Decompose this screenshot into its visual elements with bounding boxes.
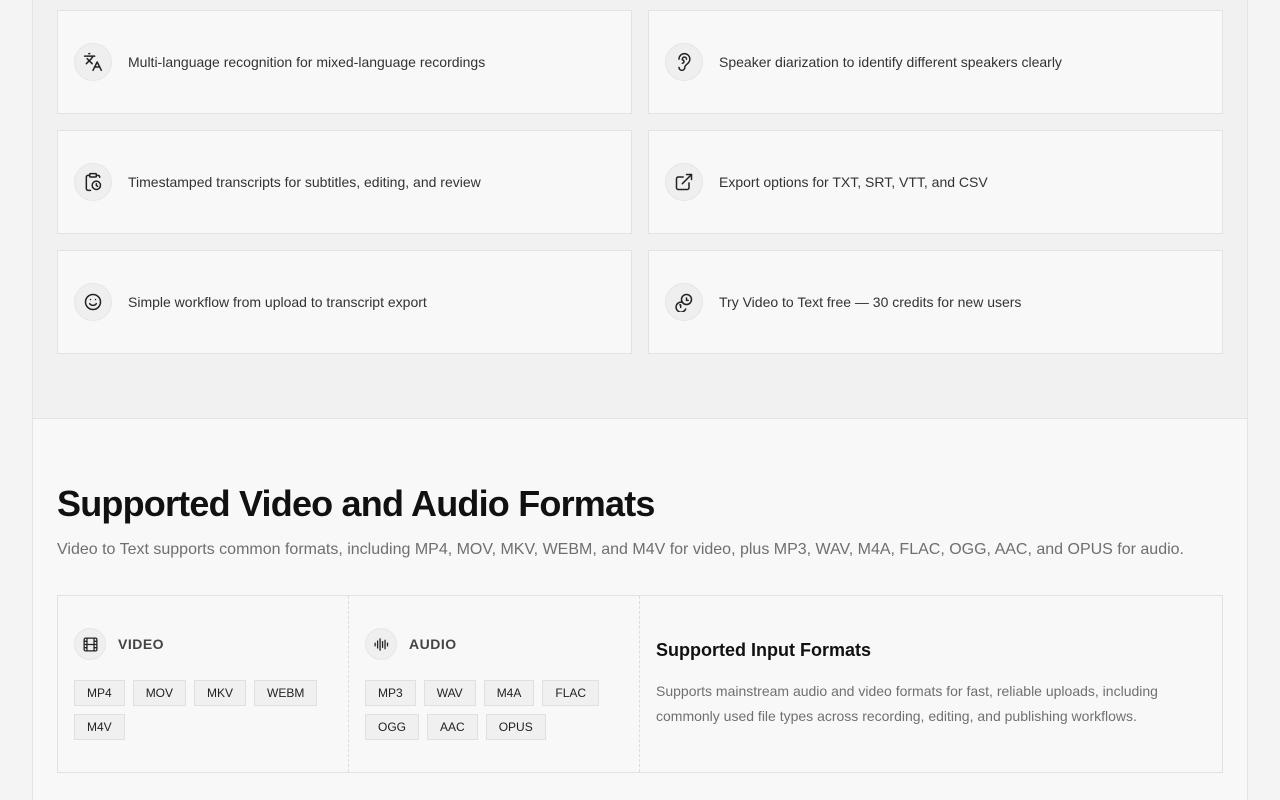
film-icon <box>74 628 106 660</box>
video-label: VIDEO <box>118 636 165 652</box>
format-tag: AAC <box>427 714 478 740</box>
smile-icon <box>74 283 112 321</box>
audio-header: AUDIO <box>365 628 623 660</box>
audio-tag-list: MP3 WAV M4A FLAC OGG AAC OPUS <box>365 680 630 748</box>
format-tag: M4V <box>74 714 125 740</box>
format-tag: MP3 <box>365 680 416 706</box>
format-tag: M4A <box>483 680 535 706</box>
info-description: Supports mainstream audio and video form… <box>656 683 1158 724</box>
coins-icon <box>665 283 703 321</box>
info-title: Supported Input Formats <box>656 640 871 660</box>
feature-text: Try Video to Text free — 30 credits for … <box>719 294 1022 310</box>
feature-text: Simple workflow from upload to transcrip… <box>128 294 427 310</box>
format-tag: MOV <box>132 680 187 706</box>
formats-section: Supported Video and Audio Formats Video … <box>33 419 1247 800</box>
translate-icon <box>74 43 112 81</box>
section-title: Supported Video and Audio Formats <box>57 483 655 524</box>
page-frame: Multi-language recognition for mixed-lan… <box>32 0 1248 800</box>
video-header: VIDEO <box>74 628 332 660</box>
audio-waveform-icon <box>365 628 397 660</box>
format-tag: FLAC <box>542 680 600 706</box>
feature-card-multilanguage: Multi-language recognition for mixed-lan… <box>57 10 632 114</box>
feature-card-diarization: Speaker diarization to identify differen… <box>648 10 1223 114</box>
format-tag: OGG <box>365 714 420 740</box>
format-tag: WEBM <box>254 680 318 706</box>
audio-formats-column: AUDIO MP3 WAV M4A FLAC OGG AAC OPUS <box>349 596 640 772</box>
feature-text: Export options for TXT, SRT, VTT, and CS… <box>719 174 988 190</box>
supported-input-info: Supported Input Formats Supports mainstr… <box>640 596 1222 772</box>
audio-label: AUDIO <box>409 636 457 652</box>
clipboard-clock-icon <box>74 163 112 201</box>
feature-text: Multi-language recognition for mixed-lan… <box>128 54 486 70</box>
feature-text: Timestamped transcripts for subtitles, e… <box>128 174 481 190</box>
section-subtitle: Video to Text supports common formats, i… <box>57 541 1184 558</box>
format-tag: MP4 <box>74 680 125 706</box>
external-link-icon <box>665 163 703 201</box>
format-tag: OPUS <box>485 714 546 740</box>
format-tag: MKV <box>194 680 247 706</box>
video-tag-list: MP4 MOV MKV WEBM M4V <box>74 680 339 748</box>
feature-text: Speaker diarization to identify differen… <box>719 54 1062 70</box>
features-section: Multi-language recognition for mixed-lan… <box>33 0 1247 419</box>
format-tag: WAV <box>423 680 476 706</box>
feature-card-free-trial: Try Video to Text free — 30 credits for … <box>648 250 1223 354</box>
feature-card-timestamps: Timestamped transcripts for subtitles, e… <box>57 130 632 234</box>
formats-panel: VIDEO MP4 MOV MKV WEBM M4V AUDIO MP3 WAV… <box>57 595 1223 773</box>
feature-card-workflow: Simple workflow from upload to transcrip… <box>57 250 632 354</box>
video-formats-column: VIDEO MP4 MOV MKV WEBM M4V <box>58 596 349 772</box>
speaker-icon <box>665 43 703 81</box>
feature-card-export: Export options for TXT, SRT, VTT, and CS… <box>648 130 1223 234</box>
